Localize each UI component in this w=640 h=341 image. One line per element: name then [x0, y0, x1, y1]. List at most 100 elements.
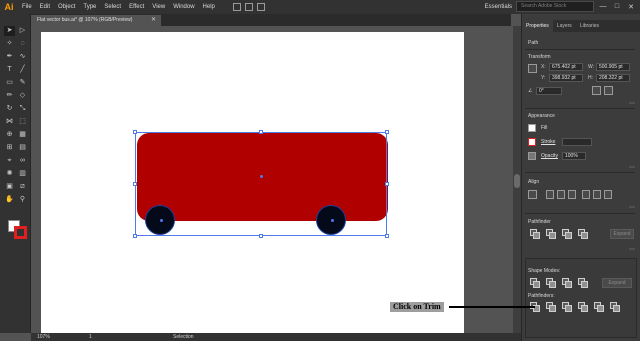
y-field[interactable]: 398.932 pt [549, 74, 583, 82]
tab-libraries[interactable]: Libraries [576, 20, 603, 32]
shape-mode-unite-icon[interactable] [530, 278, 540, 288]
more-options-icon[interactable]: ⋯ [629, 246, 635, 253]
eyedropper-tool-icon[interactable]: ⌖ [4, 156, 15, 166]
reference-point-icon[interactable] [528, 64, 537, 73]
pencil-tool-icon[interactable]: ✏ [4, 91, 15, 101]
canvas-area[interactable] [31, 26, 511, 333]
handle-middle-left[interactable] [133, 182, 137, 186]
scale-tool-icon[interactable]: ⤡ [17, 104, 28, 114]
tab-layers[interactable]: Layers [553, 20, 576, 32]
shape-modes-expand-button[interactable]: Expand [602, 278, 632, 288]
arrange-documents-icon[interactable] [244, 3, 253, 11]
menu-edit[interactable]: Edit [36, 4, 54, 10]
outline-icon[interactable] [594, 302, 604, 312]
perspective-grid-tool-icon[interactable]: ▦ [17, 130, 28, 140]
crop-icon[interactable] [578, 302, 588, 312]
more-options-icon[interactable]: ⋯ [629, 100, 635, 107]
shape-mode-exclude-icon[interactable] [578, 278, 588, 288]
flip-vertical-icon[interactable] [604, 86, 613, 95]
opacity-label[interactable]: Opacity [541, 153, 558, 159]
handle-middle-right[interactable] [385, 182, 389, 186]
minimize-button[interactable]: — [598, 3, 608, 10]
stroke-swatch-icon[interactable] [528, 138, 536, 146]
align-vertical-center-icon[interactable] [593, 190, 601, 199]
x-field[interactable]: 675.402 pt [549, 63, 583, 71]
menu-select[interactable]: Select [100, 4, 125, 10]
hand-tool-icon[interactable]: ✋ [4, 195, 15, 205]
free-transform-tool-icon[interactable]: ⬚ [17, 117, 28, 127]
menu-type[interactable]: Type [79, 4, 100, 10]
align-left-icon[interactable] [546, 190, 554, 199]
type-tool-icon[interactable]: T [4, 65, 15, 75]
w-field[interactable]: 500.905 pt [596, 63, 630, 71]
menu-object[interactable]: Object [54, 4, 79, 10]
gradient-tool-icon[interactable]: ▤ [17, 143, 28, 153]
mesh-tool-icon[interactable]: ⊞ [4, 143, 15, 153]
zoom-level[interactable]: 107% [37, 333, 50, 341]
gpu-performance-icon[interactable] [256, 3, 265, 11]
zoom-tool-icon[interactable]: ⚲ [17, 195, 28, 205]
symbol-sprayer-tool-icon[interactable]: ✺ [4, 169, 15, 179]
handle-bottom-center[interactable] [259, 234, 263, 238]
angle-field[interactable]: 0° [536, 87, 562, 95]
document-tab[interactable]: Flat vector bus.ai* @ 107% (RGB/Preview)… [31, 15, 161, 26]
eraser-tool-icon[interactable]: ◇ [17, 91, 28, 101]
close-document-icon[interactable]: ✕ [151, 15, 156, 26]
workspace-switcher[interactable]: Essentials [485, 4, 512, 10]
pen-tool-icon[interactable]: ✒ [4, 52, 15, 62]
stroke-label[interactable]: Stroke [541, 139, 555, 145]
artboard-tool-icon[interactable]: ▣ [4, 182, 15, 192]
selection-bounding-box[interactable] [135, 132, 387, 236]
blend-tool-icon[interactable]: ∞ [17, 156, 28, 166]
unite-icon[interactable] [530, 229, 540, 239]
magic-wand-tool-icon[interactable]: ✧ [4, 39, 15, 49]
minus-back-icon[interactable] [610, 302, 620, 312]
vertical-scroll-thumb[interactable] [514, 174, 520, 188]
line-tool-icon[interactable]: ╱ [17, 65, 28, 75]
current-tool-status[interactable]: Selection [173, 333, 194, 341]
menu-view[interactable]: View [148, 4, 169, 10]
artboard[interactable] [41, 32, 464, 333]
align-right-icon[interactable] [568, 190, 576, 199]
tab-properties[interactable]: Properties [522, 20, 553, 32]
rectangle-tool-icon[interactable]: ▭ [4, 78, 15, 88]
artboard-number[interactable]: 1 [89, 333, 92, 341]
vertical-scrollbar[interactable] [513, 26, 521, 333]
shape-builder-tool-icon[interactable]: ⊕ [4, 130, 15, 140]
trim-icon[interactable] [546, 302, 556, 312]
more-options-icon[interactable]: ⋯ [629, 164, 635, 171]
shape-mode-minus-front-icon[interactable] [546, 278, 556, 288]
menu-help[interactable]: Help [199, 4, 219, 10]
handle-top-right[interactable] [385, 130, 389, 134]
close-window-button[interactable]: ✕ [626, 3, 636, 11]
stock-search-input[interactable]: Search Adobe Stock [516, 1, 594, 12]
direct-selection-tool-icon[interactable]: ▷ [17, 26, 28, 36]
minus-front-icon[interactable] [546, 229, 556, 239]
expand-button[interactable]: Expand [610, 229, 634, 239]
intersect-icon[interactable] [562, 229, 572, 239]
stroke-swatch[interactable] [14, 226, 27, 239]
align-to-icon[interactable] [528, 190, 537, 199]
lasso-tool-icon[interactable]: ◌ [17, 39, 28, 49]
align-bottom-icon[interactable] [604, 190, 612, 199]
menu-effect[interactable]: Effect [125, 4, 148, 10]
rotate-tool-icon[interactable]: ↻ [4, 104, 15, 114]
stroke-weight-field[interactable] [562, 138, 592, 146]
menu-file[interactable]: File [18, 4, 36, 10]
more-options-icon[interactable]: ⋯ [629, 204, 635, 211]
handle-bottom-left[interactable] [133, 234, 137, 238]
maximize-button[interactable]: □ [612, 3, 622, 10]
fill-swatch-icon[interactable] [528, 124, 536, 132]
bridge-icon[interactable] [232, 3, 241, 11]
menu-window[interactable]: Window [169, 4, 198, 10]
slice-tool-icon[interactable]: ⧄ [17, 182, 28, 192]
shape-mode-intersect-icon[interactable] [562, 278, 572, 288]
merge-icon[interactable] [562, 302, 572, 312]
width-tool-icon[interactable]: ⋈ [4, 117, 15, 127]
handle-top-left[interactable] [133, 130, 137, 134]
flip-horizontal-icon[interactable] [592, 86, 601, 95]
selection-tool-icon[interactable]: ➤ [4, 26, 15, 36]
handle-top-center[interactable] [259, 130, 263, 134]
handle-bottom-right[interactable] [385, 234, 389, 238]
h-field[interactable]: 208.322 pt [596, 74, 630, 82]
